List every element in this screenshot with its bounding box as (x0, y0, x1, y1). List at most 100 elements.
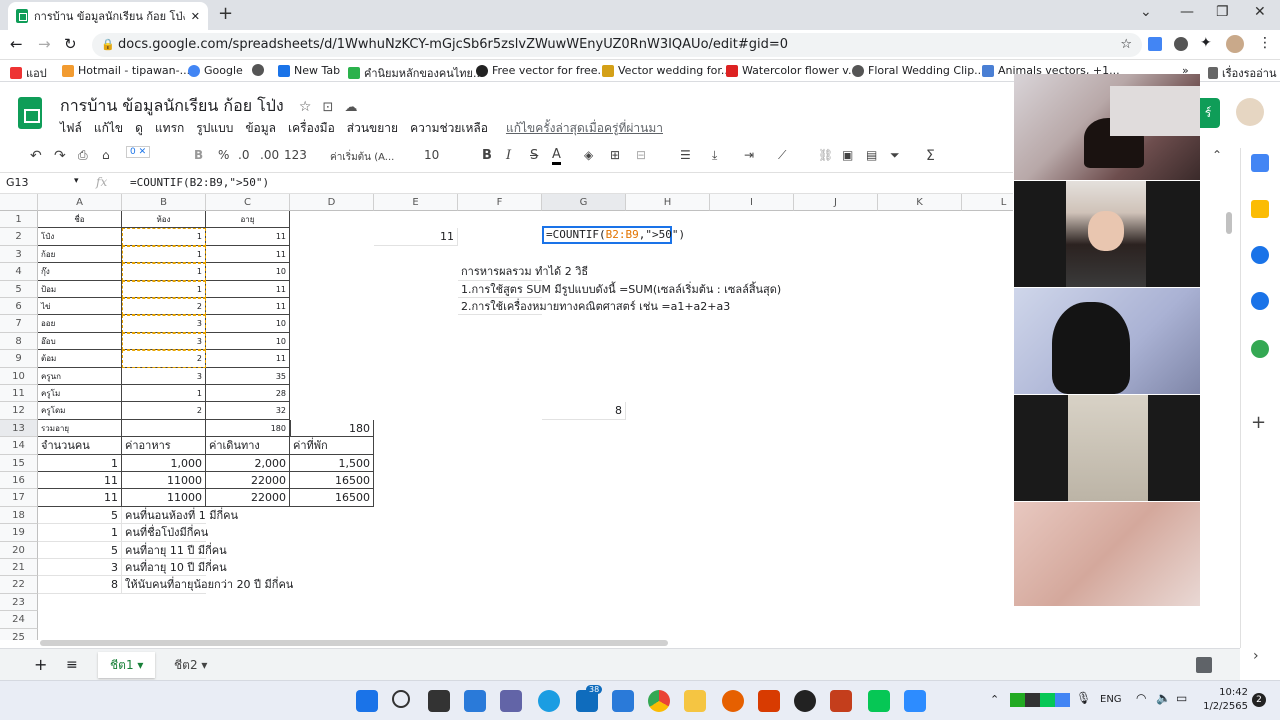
cell-f6[interactable]: 2.การใช้เครื่องหมายทางคณิตศาสตร์ เช่น =a… (458, 298, 730, 316)
cell-b10[interactable]: 3 (122, 367, 206, 385)
cell-a9[interactable]: ต้อม (38, 350, 122, 368)
menu-insert[interactable]: แทรก (155, 119, 184, 138)
minimize-icon[interactable]: — (1180, 4, 1194, 20)
expand-panel-icon[interactable]: › (1253, 648, 1259, 664)
cell-b8[interactable]: 3 (122, 332, 206, 351)
menu-edit[interactable]: แก้ไข (94, 119, 123, 138)
row-header-4[interactable]: 4 (0, 263, 38, 281)
start-icon[interactable] (356, 690, 378, 712)
strikethrough-button[interactable]: S (530, 148, 538, 163)
cell-c3[interactable]: 11 (206, 245, 290, 264)
cell-c10[interactable]: 35 (206, 367, 290, 385)
zoom-icon[interactable] (904, 690, 926, 712)
cell-a15[interactable]: 1 (38, 454, 122, 472)
tab-search-icon[interactable]: ⌄ (1140, 4, 1152, 20)
maximize-icon[interactable]: ❐ (1216, 4, 1229, 20)
fill-color-icon[interactable]: ◈ (584, 148, 593, 162)
firefox-icon[interactable] (722, 690, 744, 712)
column-header-l[interactable]: L (962, 194, 1013, 211)
row-header-12[interactable]: 12 (0, 402, 38, 420)
cell-f5[interactable]: 1.การใช้สูตร SUM มีรูปแบบดังนี้ =SUM(เซล… (458, 281, 781, 298)
menu-help[interactable]: ความช่วยเหลือ (410, 119, 488, 138)
cell-b21[interactable]: คนที่อายุ 10 ปี มีกี่คน (122, 559, 227, 577)
zoom-select[interactable]: 0 ✕ (126, 146, 151, 158)
notification-badge[interactable]: 2 (1252, 693, 1266, 707)
column-header-h[interactable]: H (626, 194, 710, 211)
row-header-15[interactable]: 15 (0, 454, 38, 472)
cell-b5[interactable]: 1 (122, 280, 206, 298)
cell-d16[interactable]: 16500 (290, 472, 374, 490)
cell-b13[interactable] (122, 419, 206, 438)
bookmark-hotmail[interactable]: Hotmail - tipawan-... (62, 64, 190, 77)
cell-b18[interactable]: คนที่นอนห้องที่ 1 มีกี่คน (122, 507, 238, 525)
merge-cells-icon[interactable]: ⊟ (636, 148, 646, 162)
cell-c6[interactable]: 11 (206, 298, 290, 316)
teams-chat-icon[interactable] (500, 690, 522, 712)
cell-d13[interactable]: 180 (290, 419, 374, 438)
contacts-icon[interactable] (1251, 292, 1269, 310)
cell-b3[interactable]: 1 (122, 245, 206, 264)
cell-a3[interactable]: ก้อย (38, 245, 122, 264)
row-header-16[interactable]: 16 (0, 472, 38, 490)
column-header-g[interactable]: G (542, 194, 626, 211)
decrease-decimal-button[interactable]: .0 (238, 148, 249, 162)
cell-c7[interactable]: 10 (206, 315, 290, 333)
insert-comment-icon[interactable]: ▣ (842, 148, 853, 162)
menu-format[interactable]: รูปแบบ (196, 119, 233, 138)
cell-a14[interactable]: จำนวนคน (38, 437, 122, 455)
font-select[interactable]: ค่าเริ่มต้น (A... (330, 150, 394, 165)
cell-a18[interactable]: 5 (38, 506, 122, 525)
italic-button[interactable]: I (506, 148, 511, 163)
bookmark-new-tab[interactable]: New Tab (278, 64, 340, 77)
add-sheet-icon[interactable]: + (30, 652, 51, 678)
cell-b17[interactable]: 11000 (122, 489, 206, 507)
text-rotate-icon[interactable]: ⟋ (778, 148, 786, 163)
cell-c2[interactable]: 11 (206, 228, 290, 246)
cell-b4[interactable]: 1 (122, 263, 206, 281)
increase-decimal-button[interactable]: .00 (260, 148, 279, 162)
extension-icon[interactable] (1174, 37, 1188, 51)
name-box[interactable]: G13 (6, 176, 29, 189)
star-icon[interactable]: ☆ (299, 99, 312, 115)
cell-c15[interactable]: 2,000 (206, 454, 290, 472)
cell-b20[interactable]: คนที่อายุ 11 ปี มีกี่คน (122, 542, 227, 559)
cell-b14[interactable]: ค่าอาหาร (122, 437, 206, 455)
cell-a8[interactable]: อ๊อบ (38, 332, 122, 351)
menu-data[interactable]: ข้อมูล (245, 119, 276, 138)
column-header-b[interactable]: B (122, 194, 206, 211)
keep-icon[interactable] (1251, 200, 1269, 218)
url-field[interactable]: 🔒 docs.google.com/spreadsheets/d/1WwhuNz… (92, 33, 1142, 57)
browser-menu-icon[interactable]: ⋮ (1258, 35, 1272, 51)
insert-chart-icon[interactable]: ▤ (866, 148, 877, 162)
calendar-icon[interactable] (1251, 154, 1269, 172)
puzzle-extensions-icon[interactable]: ✦ (1200, 35, 1212, 51)
cell-c1[interactable]: อายุ (206, 211, 290, 229)
row-header-14[interactable]: 14 (0, 437, 38, 455)
number-format-select[interactable]: 123 (284, 148, 307, 162)
row-header-13[interactable]: 13 (0, 419, 38, 438)
column-header-d[interactable]: D (290, 194, 374, 211)
paint-format-icon[interactable]: ⌂ (102, 148, 110, 162)
column-header-c[interactable]: C (206, 194, 290, 211)
maps-icon[interactable] (1251, 340, 1269, 358)
cell-c8[interactable]: 10 (206, 332, 290, 351)
menu-file[interactable]: ไฟล์ (60, 119, 82, 138)
cell-b1[interactable]: ห้อง (122, 211, 206, 229)
column-header-a[interactable]: A (38, 194, 122, 211)
clock[interactable]: 10:42 1/2/2565 (1203, 686, 1248, 714)
bookmark-google[interactable]: Google (188, 64, 243, 77)
search-icon[interactable] (392, 690, 410, 708)
move-folder-icon[interactable]: ⊡ (322, 100, 333, 115)
bookmark-floral[interactable]: Floral Wedding Clip... (852, 64, 985, 77)
volume-icon[interactable]: 🔈 (1156, 691, 1171, 705)
collapse-toolbar-icon[interactable]: ⌃ (1212, 148, 1222, 162)
cell-a1[interactable]: ชื่อ (38, 211, 122, 229)
row-header-25[interactable]: 25 (0, 628, 38, 640)
column-header-e[interactable]: E (374, 194, 458, 211)
functions-icon[interactable]: Σ (926, 148, 935, 164)
forward-icon[interactable]: → (38, 35, 51, 53)
close-window-icon[interactable]: ✕ (1254, 4, 1266, 20)
cell-b15[interactable]: 1,000 (122, 454, 206, 472)
store-icon[interactable] (612, 690, 634, 712)
cell-b11[interactable]: 1 (122, 385, 206, 403)
